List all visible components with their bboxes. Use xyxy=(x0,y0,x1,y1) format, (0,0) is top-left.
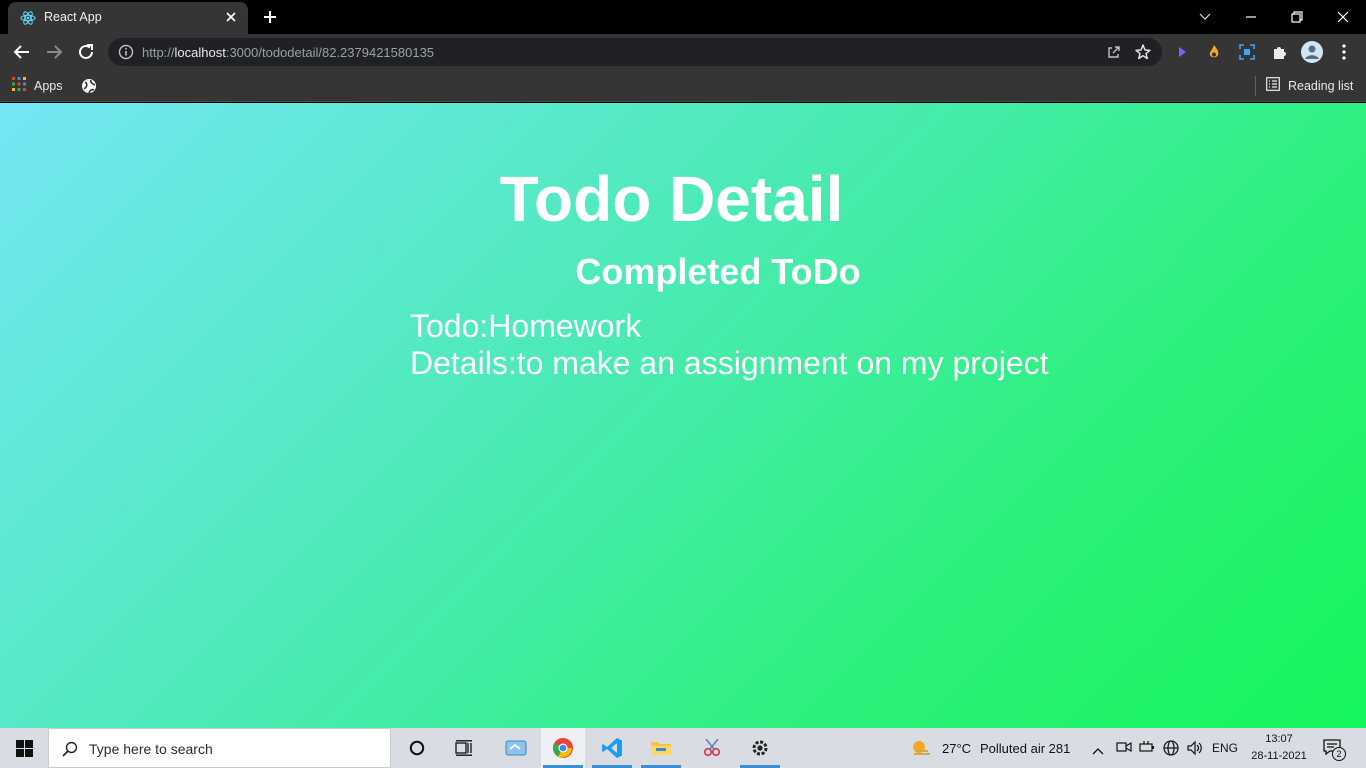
chevron-up-icon[interactable] xyxy=(1092,742,1104,760)
language-indicator[interactable]: ENG xyxy=(1212,741,1238,755)
clock-time: 13:07 xyxy=(1265,733,1293,745)
url-scheme: http:// xyxy=(142,45,175,60)
browser-tab[interactable]: React App xyxy=(8,2,248,34)
bookmarks-divider xyxy=(1255,76,1256,96)
share-icon[interactable] xyxy=(1106,44,1122,60)
profile-avatar[interactable] xyxy=(1298,38,1326,66)
new-tab-button[interactable] xyxy=(258,6,282,28)
extensions-puzzle-icon[interactable] xyxy=(1265,38,1293,66)
todo-name: Todo:Homework xyxy=(410,308,642,344)
reload-button[interactable] xyxy=(72,38,100,66)
weather-temp[interactable]: 27°C xyxy=(942,741,971,756)
apps-bookmark[interactable]: Apps xyxy=(12,76,63,96)
reading-list-button[interactable]: Reading list xyxy=(1266,76,1353,96)
windows-taskbar: Type here to search 27°C Polluted air 28… xyxy=(0,728,1366,768)
windows-logo-icon xyxy=(16,740,33,757)
start-button[interactable] xyxy=(0,728,48,768)
file-explorer-icon[interactable] xyxy=(639,728,683,768)
reading-list-label: Reading list xyxy=(1288,79,1354,93)
fire-extension-icon[interactable] xyxy=(1200,38,1228,66)
task-view-button[interactable] xyxy=(442,728,486,768)
settings-gear-icon[interactable] xyxy=(738,728,782,768)
cortana-button[interactable] xyxy=(395,728,439,768)
taskbar-search-box[interactable]: Type here to search xyxy=(48,728,391,768)
bookmark-star-icon[interactable] xyxy=(1134,43,1152,61)
url-host: localhost xyxy=(174,45,226,60)
forward-button[interactable] xyxy=(40,38,68,66)
globe-icon[interactable] xyxy=(80,77,98,95)
volume-icon[interactable] xyxy=(1186,739,1204,762)
info-icon[interactable] xyxy=(118,44,134,60)
url-path: :3000/tododetail/82.2379421580135 xyxy=(225,45,435,60)
browser-toolbar: http://localhost:3000/tododetail/82.2379… xyxy=(0,34,1366,70)
battery-plug-icon[interactable] xyxy=(1139,740,1155,759)
system-clock[interactable]: 13:07 28-11-2021 xyxy=(1240,731,1318,765)
weather-icon[interactable] xyxy=(910,738,934,763)
bookmarks-bar: Apps Reading list xyxy=(0,70,1366,102)
minimize-button[interactable] xyxy=(1228,0,1274,34)
pinned-app-icon[interactable] xyxy=(494,728,538,768)
page-content: Todo Detail Completed ToDo Todo:Homework… xyxy=(0,103,1366,728)
close-window-button[interactable] xyxy=(1320,0,1366,34)
todo-details: Details:to make an assignment on my proj… xyxy=(410,345,1049,381)
page-title: Todo Detail xyxy=(499,163,844,235)
menu-kebab-icon[interactable] xyxy=(1330,38,1358,66)
browser-title-bar: React App xyxy=(0,0,1366,34)
chrome-taskbar-icon[interactable] xyxy=(541,728,585,768)
back-button[interactable] xyxy=(8,38,36,66)
meet-now-icon[interactable] xyxy=(1116,740,1132,759)
react-icon xyxy=(20,10,36,26)
reading-list-icon xyxy=(1266,76,1280,96)
tab-search-button[interactable] xyxy=(1182,0,1228,34)
clock-date: 28-11-2021 xyxy=(1251,750,1307,762)
todo-status-heading: Completed ToDo xyxy=(575,251,861,292)
address-bar[interactable]: http://localhost:3000/tododetail/82.2379… xyxy=(108,38,1162,66)
close-tab-icon[interactable] xyxy=(222,8,240,26)
apps-grid-icon xyxy=(12,76,26,96)
search-placeholder: Type here to search xyxy=(89,741,213,757)
snipping-tool-icon[interactable] xyxy=(690,728,734,768)
tab-title: React App xyxy=(44,10,102,24)
network-globe-icon[interactable] xyxy=(1162,739,1180,762)
apps-label: Apps xyxy=(34,79,63,93)
restore-button[interactable] xyxy=(1274,0,1320,34)
url-text[interactable]: http://localhost:3000/tododetail/82.2379… xyxy=(142,45,434,60)
notification-center-icon[interactable]: 2 xyxy=(1322,738,1348,761)
weather-status[interactable]: Polluted air 281 xyxy=(980,741,1070,756)
notification-badge: 2 xyxy=(1332,747,1346,761)
media-extension-icon[interactable] xyxy=(1168,38,1196,66)
vscode-taskbar-icon[interactable] xyxy=(590,728,634,768)
search-icon xyxy=(61,740,79,758)
screenshot-extension-icon[interactable] xyxy=(1233,38,1261,66)
